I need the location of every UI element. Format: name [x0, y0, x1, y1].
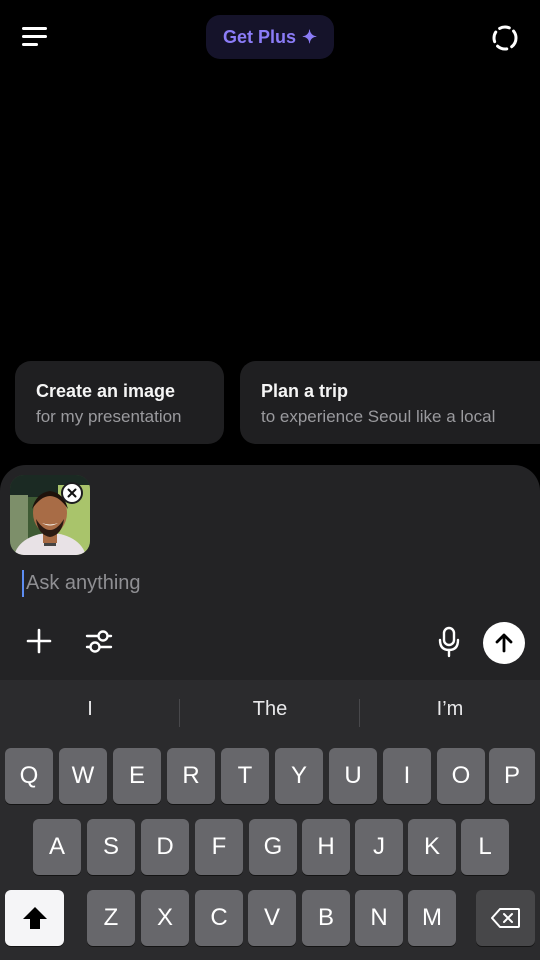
key[interactable]: M [408, 890, 456, 946]
key[interactable]: O [437, 748, 485, 804]
sparkle-icon: ✦ [301, 26, 318, 47]
key[interactable]: K [408, 819, 456, 875]
backspace-icon [490, 908, 520, 928]
key[interactable]: G [249, 819, 297, 875]
suggestion-subtitle: to experience Seoul like a local [261, 407, 496, 426]
key[interactable]: T [221, 748, 269, 804]
key[interactable]: Q [5, 748, 53, 804]
key[interactable]: V [248, 890, 296, 946]
shift-key[interactable] [5, 890, 64, 946]
remove-attachment-button[interactable] [61, 482, 83, 504]
prediction-suggestion[interactable]: I’m [360, 698, 540, 721]
key[interactable]: A [33, 819, 81, 875]
prediction-suggestion[interactable]: I [0, 698, 180, 721]
key[interactable]: E [113, 748, 161, 804]
temporary-chat-icon[interactable] [489, 22, 521, 54]
shift-icon [22, 907, 47, 929]
key[interactable]: F [195, 819, 243, 875]
microphone-button[interactable] [437, 626, 461, 658]
key[interactable]: P [489, 748, 535, 804]
on-screen-keyboard: I The I’m Q W E R T Y U I O P A S D F G … [0, 680, 540, 960]
key[interactable]: S [87, 819, 135, 875]
menu-icon[interactable] [22, 27, 50, 49]
prediction-suggestion[interactable]: The [180, 698, 360, 721]
suggestion-carousel: Create an image for my presentation Plan… [15, 361, 540, 445]
close-icon [67, 488, 77, 498]
message-input[interactable] [24, 571, 502, 595]
get-plus-label: Get Plus [222, 26, 296, 47]
key[interactable]: X [141, 890, 189, 946]
key[interactable]: L [461, 819, 509, 875]
backspace-key[interactable] [476, 890, 535, 946]
top-bar: Get Plus ✦ [0, 0, 540, 76]
key[interactable]: H [302, 819, 350, 875]
suggestion-card[interactable]: Plan a trip to experience Seoul like a l… [240, 361, 540, 444]
key[interactable]: J [355, 819, 403, 875]
suggestion-title: Plan a trip [261, 381, 349, 401]
add-attachment-button[interactable] [25, 627, 53, 655]
key[interactable]: D [141, 819, 189, 875]
composer [0, 465, 540, 690]
key[interactable]: N [355, 890, 403, 946]
key[interactable]: Y [275, 748, 323, 804]
key[interactable]: R [167, 748, 215, 804]
suggestion-subtitle: for my presentation [36, 407, 182, 426]
key[interactable]: Z [87, 890, 135, 946]
microphone-icon [438, 626, 460, 658]
tools-button[interactable] [84, 626, 114, 656]
key[interactable]: W [59, 748, 107, 804]
get-plus-button[interactable]: Get Plus ✦ [206, 15, 334, 59]
suggestion-card[interactable]: Create an image for my presentation [15, 361, 224, 444]
arrow-up-icon [495, 633, 513, 653]
key[interactable]: I [383, 748, 431, 804]
sliders-icon [85, 630, 113, 653]
send-button[interactable] [483, 622, 525, 664]
message-input-area [22, 568, 502, 598]
key[interactable]: U [329, 748, 377, 804]
plus-icon [26, 628, 52, 654]
key[interactable]: B [302, 890, 350, 946]
key[interactable]: C [195, 890, 243, 946]
predictive-bar: I The I’m [0, 680, 540, 746]
suggestion-title: Create an image [36, 381, 176, 401]
